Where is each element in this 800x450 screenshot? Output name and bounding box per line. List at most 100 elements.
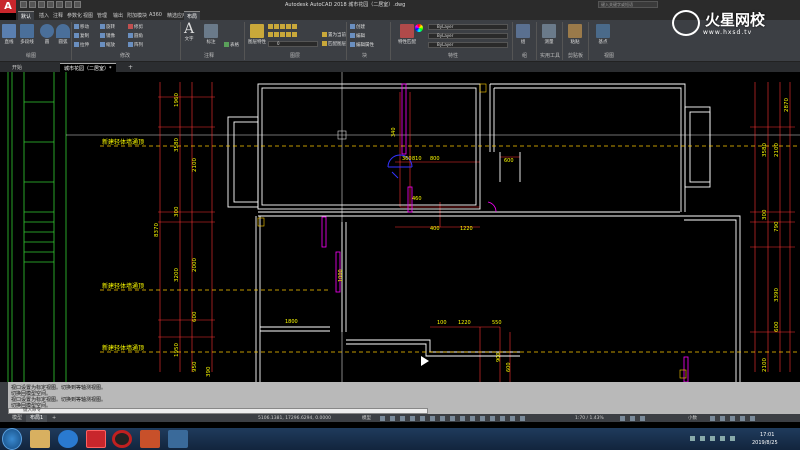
ribbon-tab[interactable]: A360 xyxy=(146,11,165,20)
ie-icon[interactable] xyxy=(58,430,78,448)
ribbon-tab[interactable]: 布局 xyxy=(184,11,201,20)
network-icon[interactable] xyxy=(720,436,725,441)
isolate-icon[interactable] xyxy=(640,416,645,421)
save-as-icon[interactable] xyxy=(47,1,54,8)
hardware-acceleration-icon[interactable] xyxy=(730,416,735,421)
dimension-button[interactable]: 标注 xyxy=(204,24,218,45)
polyline-button[interactable]: 多段线 xyxy=(20,24,34,45)
text-button[interactable]: A 文字 xyxy=(184,22,194,42)
app-menu-button[interactable]: A xyxy=(0,0,16,13)
clock-time[interactable]: 17:01 xyxy=(760,432,774,438)
doc-tab-start[interactable]: 开始 xyxy=(8,63,26,72)
open-icon[interactable] xyxy=(29,1,36,8)
panel-title-clipboard[interactable]: 剪贴板 xyxy=(568,52,583,59)
explorer-icon[interactable] xyxy=(30,430,50,448)
copy-button[interactable]: 复制 xyxy=(74,33,89,39)
rotate-button[interactable]: 旋转 xyxy=(100,24,115,30)
customization-icon[interactable] xyxy=(750,416,755,421)
search-input[interactable]: 键入关键字或短语 xyxy=(598,1,658,8)
group-button[interactable]: 组 xyxy=(516,24,530,45)
powerpoint-icon[interactable] xyxy=(140,430,160,448)
model-space-toggle[interactable]: 模型 xyxy=(362,415,371,422)
drawing-canvas[interactable]: 新建轻体墙通顶 新建轻体墙通顶 新建轻体墙通顶 1960 3580 2100 300 8370… xyxy=(0,72,800,382)
add-layout-button[interactable]: + xyxy=(48,415,60,422)
auto-scale-icon[interactable] xyxy=(520,416,525,421)
panel-title-draw[interactable]: 绘图 xyxy=(26,52,36,59)
match-properties-button[interactable]: 特性匹配 xyxy=(398,24,416,45)
selection-filter-icon[interactable] xyxy=(490,416,495,421)
panel-title-groups[interactable]: 组 xyxy=(522,52,527,59)
panel-title-properties[interactable]: 特性 xyxy=(448,52,458,59)
new-icon[interactable] xyxy=(20,1,27,8)
recorder-icon[interactable] xyxy=(112,430,132,448)
gizmo-icon[interactable] xyxy=(500,416,505,421)
line-button[interactable]: 直线 xyxy=(2,24,16,45)
clock-date[interactable]: 2019/8/25 xyxy=(752,440,778,446)
polar-icon[interactable] xyxy=(410,416,415,421)
circle-button[interactable]: 圆 xyxy=(40,24,54,45)
3d-osnap-icon[interactable] xyxy=(470,416,475,421)
dynamic-ucs-icon[interactable] xyxy=(480,416,485,421)
create-block-button[interactable]: 创建 xyxy=(350,24,365,30)
annotation-visibility-icon[interactable] xyxy=(510,416,515,421)
panel-title-block[interactable]: 块 xyxy=(362,52,367,59)
panel-title-annotation[interactable]: 注释 xyxy=(204,52,214,59)
trim-button[interactable]: 修剪 xyxy=(128,24,143,30)
volume-icon[interactable] xyxy=(730,436,735,441)
grid-icon[interactable] xyxy=(380,416,385,421)
color-dropdown[interactable]: ByLayer xyxy=(428,24,508,30)
plot-icon[interactable] xyxy=(56,1,63,8)
base-view-button[interactable]: 基点 xyxy=(596,24,610,45)
panel-title-utilities[interactable]: 实用工具 xyxy=(540,52,560,59)
linetype-dropdown[interactable]: ByLayer xyxy=(428,33,508,39)
array-button[interactable]: 阵列 xyxy=(128,42,143,48)
layout-tab-layout1[interactable]: 布局1 xyxy=(26,415,48,422)
layout-tab-model[interactable]: 模型 xyxy=(8,415,26,422)
selection-cycling-icon[interactable] xyxy=(460,416,465,421)
undo-icon[interactable] xyxy=(65,1,72,8)
snap-icon[interactable] xyxy=(390,416,395,421)
app-icon[interactable] xyxy=(168,430,188,448)
match-layer-button[interactable]: 匹配图层 xyxy=(322,41,346,47)
paste-button[interactable]: 粘贴 xyxy=(568,24,582,45)
ribbon-tab[interactable]: 默认 xyxy=(18,11,35,20)
osnap-icon[interactable] xyxy=(420,416,425,421)
table-button[interactable]: 表格 xyxy=(224,42,239,48)
ortho-icon[interactable] xyxy=(400,416,405,421)
units-dropdown[interactable]: 小数 xyxy=(688,415,697,422)
new-tab-button[interactable]: + xyxy=(128,64,133,71)
transparency-icon[interactable] xyxy=(450,416,455,421)
edit-block-button[interactable]: 编辑 xyxy=(350,33,365,39)
tray-icon[interactable] xyxy=(690,436,695,441)
annotation-monitor-icon[interactable] xyxy=(630,416,635,421)
move-button[interactable]: 移动 xyxy=(74,24,89,30)
workspace-icon[interactable] xyxy=(620,416,625,421)
autocad-taskbar-icon[interactable] xyxy=(86,430,106,448)
arc-button[interactable]: 圆弧 xyxy=(56,24,70,45)
panel-title-view[interactable]: 视图 xyxy=(604,52,614,59)
ribbon-tab[interactable]: 管理 xyxy=(94,11,110,20)
edit-attributes-button[interactable]: 编辑属性 xyxy=(350,42,374,48)
panel-title-layers[interactable]: 图层 xyxy=(290,52,300,59)
save-icon[interactable] xyxy=(38,1,45,8)
layer-dropdown[interactable]: 0 xyxy=(268,41,318,47)
scale-button[interactable]: 缩放 xyxy=(100,42,115,48)
lineweight-dropdown[interactable]: ByLayer xyxy=(428,42,508,48)
panel-title-modify[interactable]: 修改 xyxy=(120,52,130,59)
tray-icon[interactable] xyxy=(710,436,715,441)
fillet-button[interactable]: 圆角 xyxy=(128,33,143,39)
mirror-button[interactable]: 镜像 xyxy=(100,33,115,39)
stretch-button[interactable]: 拉伸 xyxy=(74,42,89,48)
lineweight-icon[interactable] xyxy=(440,416,445,421)
tray-icon[interactable] xyxy=(700,436,705,441)
redo-icon[interactable] xyxy=(74,1,81,8)
command-handle[interactable] xyxy=(0,382,8,414)
measure-button[interactable]: 测量 xyxy=(542,24,556,45)
color-wheel-icon[interactable] xyxy=(415,24,423,32)
viewport-scale[interactable]: 1:70 / 1.43% xyxy=(575,415,604,422)
start-button[interactable] xyxy=(2,428,22,450)
layer-properties-button[interactable]: 图层特性 xyxy=(248,24,266,45)
otrack-icon[interactable] xyxy=(430,416,435,421)
doc-tab-drawing[interactable]: 城市花园（二居室）* xyxy=(60,63,116,72)
quick-properties-icon[interactable] xyxy=(710,416,715,421)
